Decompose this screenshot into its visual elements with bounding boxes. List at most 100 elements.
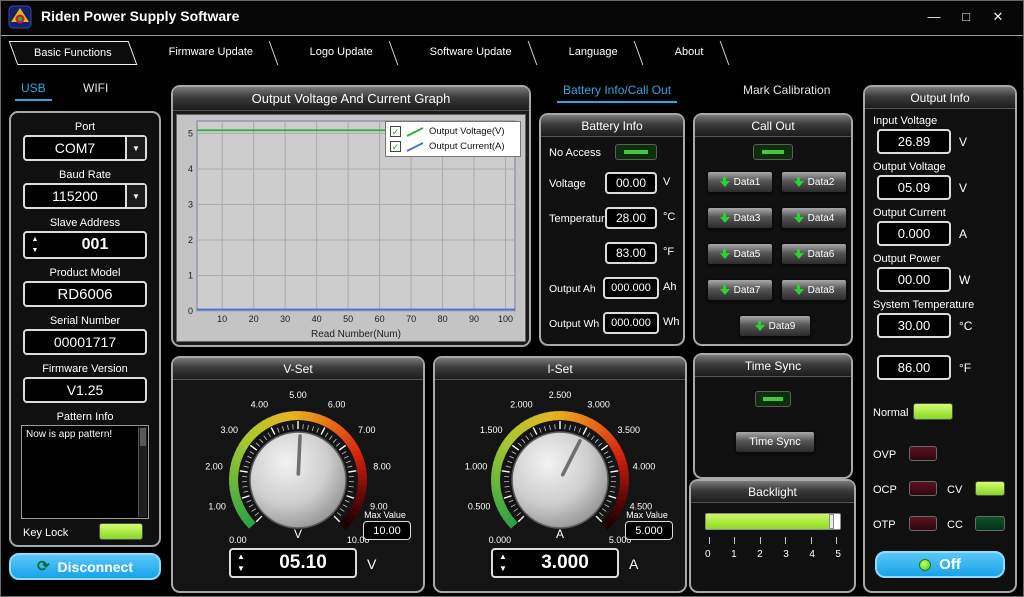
backlight-tick xyxy=(811,537,812,544)
svg-text:1: 1 xyxy=(188,270,193,280)
data3-button[interactable]: Data3 xyxy=(707,207,773,229)
battery-voltage-value: 00.00 xyxy=(605,172,657,194)
graph-panel: Output Voltage And Current Graph 1020304… xyxy=(171,85,531,347)
minimize-button[interactable]: — xyxy=(921,9,947,24)
button-label: Data9 xyxy=(769,321,796,332)
spinner-up-icon[interactable]: ▲ xyxy=(499,553,507,561)
graph-legend: ✓ Output Voltage(V) ✓ Output Current(A) xyxy=(385,121,521,157)
chevron-down-icon[interactable]: ▼ xyxy=(125,137,145,159)
scrollbar[interactable] xyxy=(138,427,147,517)
data6-button[interactable]: Data6 xyxy=(781,243,847,265)
product-model-label: Product Model xyxy=(11,267,159,279)
port-value: COM7 xyxy=(25,137,125,159)
time-sync-status-led xyxy=(755,391,791,407)
svg-text:6.00: 6.00 xyxy=(328,399,346,409)
system-temp-f-value: 86.00 xyxy=(877,355,951,380)
battery-temp-label: Temperature xyxy=(549,213,611,225)
scale-label: 5 xyxy=(835,549,841,560)
svg-text:Read Number(Num): Read Number(Num) xyxy=(311,329,401,340)
svg-text:8.00: 8.00 xyxy=(373,462,391,472)
system-temp-f-unit: °F xyxy=(959,361,971,375)
spinner-down-icon[interactable]: ▼ xyxy=(237,565,245,573)
svg-text:0.00: 0.00 xyxy=(229,535,247,545)
svg-text:2: 2 xyxy=(188,235,193,245)
disconnect-button-label: Disconnect xyxy=(58,559,133,575)
baud-rate-select[interactable]: 115200 ▼ xyxy=(23,183,147,209)
output-wh-unit: Wh xyxy=(663,316,680,328)
disconnect-button[interactable]: ⟳ Disconnect xyxy=(9,553,161,580)
tab-usb[interactable]: USB xyxy=(15,81,52,101)
vset-stepper[interactable]: ▲ ▼ 05.10 xyxy=(229,548,357,578)
backlight-tick xyxy=(760,537,761,544)
button-label: Data8 xyxy=(808,285,835,296)
tab-firmware-update[interactable]: Firmware Update xyxy=(144,41,278,65)
data8-button[interactable]: Data8 xyxy=(781,279,847,301)
app-logo-icon xyxy=(8,5,32,29)
key-lock-label: Key Lock xyxy=(23,527,68,539)
time-sync-button[interactable]: Time Sync xyxy=(735,431,815,453)
svg-text:3.500: 3.500 xyxy=(618,425,641,435)
time-sync-panel-title: Time Sync xyxy=(695,355,851,377)
data4-button[interactable]: Data4 xyxy=(781,207,847,229)
data7-button[interactable]: Data7 xyxy=(707,279,773,301)
call-out-status-led xyxy=(753,144,793,160)
tab-basic-functions[interactable]: Basic Functions xyxy=(9,41,137,65)
tab-language[interactable]: Language xyxy=(545,41,644,65)
port-label: Port xyxy=(11,121,159,133)
tab-wifi[interactable]: WIFI xyxy=(77,81,114,99)
maximize-button[interactable]: □ xyxy=(953,9,979,24)
vset-panel-title: V-Set xyxy=(173,358,423,380)
tab-mark-calibration[interactable]: Mark Calibration xyxy=(737,83,836,101)
tab-software-update[interactable]: Software Update xyxy=(406,41,538,65)
voltage-checkbox[interactable]: ✓ xyxy=(390,126,401,137)
data9-button[interactable]: Data9 xyxy=(739,315,811,337)
svg-text:0.000: 0.000 xyxy=(489,535,512,545)
data1-button[interactable]: Data1 xyxy=(707,171,773,193)
vset-max-value-field[interactable]: 10.00 xyxy=(363,521,411,540)
key-lock-led xyxy=(99,523,143,540)
pattern-info-text: Now is app pattern! xyxy=(26,429,112,440)
chevron-down-icon[interactable]: ▼ xyxy=(125,185,145,207)
close-button[interactable]: ✕ xyxy=(985,9,1011,25)
data5-button[interactable]: Data5 xyxy=(707,243,773,265)
spinner-down-icon[interactable]: ▼ xyxy=(32,247,39,254)
current-checkbox[interactable]: ✓ xyxy=(390,141,401,152)
svg-text:1.500: 1.500 xyxy=(480,425,503,435)
svg-text:4.000: 4.000 xyxy=(633,462,656,472)
menu-bar: Basic Functions Firmware Update Logo Upd… xyxy=(1,35,1023,69)
svg-text:2.00: 2.00 xyxy=(205,462,223,472)
output-off-button[interactable]: Off xyxy=(875,551,1005,578)
backlight-slider[interactable] xyxy=(705,513,841,530)
slave-address-stepper[interactable]: ▲ ▼ 001 xyxy=(23,231,147,259)
svg-text:30: 30 xyxy=(280,314,290,324)
normal-indicator-label: Normal xyxy=(873,407,908,419)
tab-battery-info-call-out[interactable]: Battery Info/Call Out xyxy=(557,83,677,103)
iset-stepper[interactable]: ▲ ▼ 3.000 xyxy=(491,548,619,578)
output-current-label: Output Current xyxy=(873,207,946,219)
output-info-panel: Output Info Input Voltage 26.89 V Output… xyxy=(863,85,1017,593)
tab-label: Firmware Update xyxy=(168,41,252,63)
scale-label: 0 xyxy=(705,549,711,560)
refresh-icon: ⟳ xyxy=(37,559,50,574)
cc-led xyxy=(975,516,1005,531)
download-icon xyxy=(720,213,730,223)
port-select[interactable]: COM7 ▼ xyxy=(23,135,147,161)
download-icon xyxy=(794,177,804,187)
backlight-slider-thumb[interactable] xyxy=(829,514,834,529)
iset-max-value-field[interactable]: 5.000 xyxy=(625,521,673,540)
button-label: Data5 xyxy=(734,249,761,260)
svg-text:5: 5 xyxy=(188,128,193,138)
svg-text:4: 4 xyxy=(188,164,193,174)
tab-about[interactable]: About xyxy=(651,41,729,65)
iset-panel-title: I-Set xyxy=(435,358,685,380)
output-current-value: 0.000 xyxy=(877,221,951,246)
data2-button[interactable]: Data2 xyxy=(781,171,847,193)
spinner-up-icon[interactable]: ▲ xyxy=(237,553,245,561)
svg-text:90: 90 xyxy=(469,314,479,324)
tab-logo-update[interactable]: Logo Update xyxy=(286,41,399,65)
spinner-up-icon[interactable]: ▲ xyxy=(32,236,39,243)
spinner-down-icon[interactable]: ▼ xyxy=(499,565,507,573)
svg-text:40: 40 xyxy=(312,314,322,324)
voltage-line-sample xyxy=(405,126,425,138)
button-label: Data7 xyxy=(734,285,761,296)
